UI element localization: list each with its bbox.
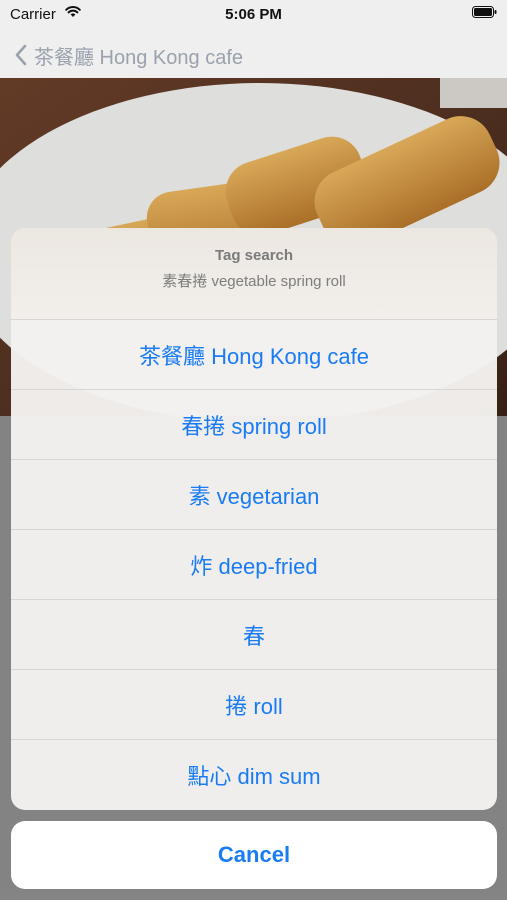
action-spring-roll[interactable]: 春捲 spring roll [11, 390, 497, 460]
action-hong-kong-cafe[interactable]: 茶餐廳 Hong Kong cafe [11, 320, 497, 390]
status-bar: Carrier 5:06 PM [0, 0, 507, 30]
action-vegetarian[interactable]: 素 vegetarian [11, 460, 497, 530]
back-title: 茶餐廳 Hong Kong cafe [34, 46, 243, 69]
action-dim-sum[interactable]: 點心 dim sum [11, 740, 497, 809]
action-sheet-message: 素春捲 vegetable spring roll [162, 273, 346, 290]
action-sheet-title: Tag search [214, 247, 294, 264]
back-button[interactable]: 茶餐廳 Hong Kong cafe [14, 40, 243, 70]
clock: 5:06 PM [225, 6, 282, 23]
chevron-left-icon [15, 44, 27, 66]
action-roll[interactable]: 捲 roll [11, 670, 497, 740]
action-chun[interactable]: 春 [11, 600, 497, 670]
navigation-bar: 茶餐廳 Hong Kong cafe [0, 30, 507, 78]
cancel-button[interactable]: Cancel [11, 821, 497, 889]
battery-icon [472, 6, 497, 18]
action-sheet-header: Tag search 素春捲 vegetable spring roll [11, 228, 497, 320]
action-deep-fried[interactable]: 炸 deep-fried [11, 530, 497, 600]
action-sheet: Tag search 素春捲 vegetable spring roll 茶餐廳… [11, 228, 497, 810]
